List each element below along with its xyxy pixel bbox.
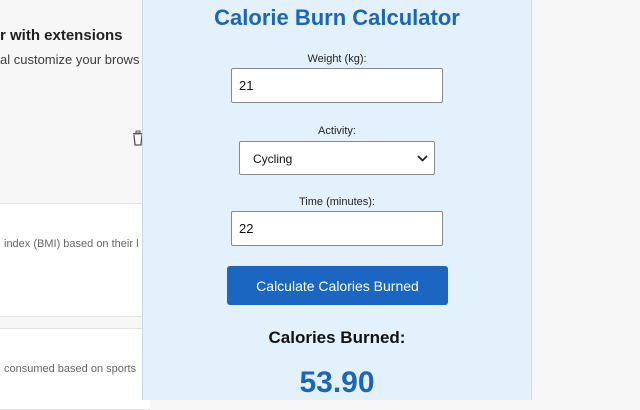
- time-label: Time (minutes):: [299, 196, 375, 208]
- calorie-calculator-popup: Calorie Burn Calculator Weight (kg): Act…: [142, 0, 532, 400]
- background-right-area: [532, 0, 640, 400]
- background-card-description: consumed based on sports: [4, 363, 137, 375]
- page-title: Calorie Burn Calculator: [214, 5, 460, 30]
- background-card-description: index (BMI) based on their l: [4, 238, 139, 250]
- activity-selected-value: Cycling: [253, 152, 293, 166]
- activity-label: Activity:: [318, 125, 356, 137]
- background-extension-card[interactable]: consumed based on sports: [0, 328, 150, 410]
- background-extension-card[interactable]: index (BMI) based on their l: [0, 203, 150, 317]
- weight-input[interactable]: [231, 68, 443, 103]
- result-label: Calories Burned:: [268, 328, 406, 347]
- result-value: 53.90: [299, 366, 375, 399]
- time-input[interactable]: [231, 211, 443, 246]
- chevron-down-icon: [417, 155, 428, 162]
- weight-label: Weight (kg):: [307, 53, 367, 65]
- activity-select[interactable]: Cycling: [239, 141, 435, 175]
- calculate-button[interactable]: Calculate Calories Burned: [227, 266, 448, 305]
- background-page-heading: r with extensions: [0, 27, 123, 44]
- background-page-subtitle: al customize your brows: [0, 52, 140, 67]
